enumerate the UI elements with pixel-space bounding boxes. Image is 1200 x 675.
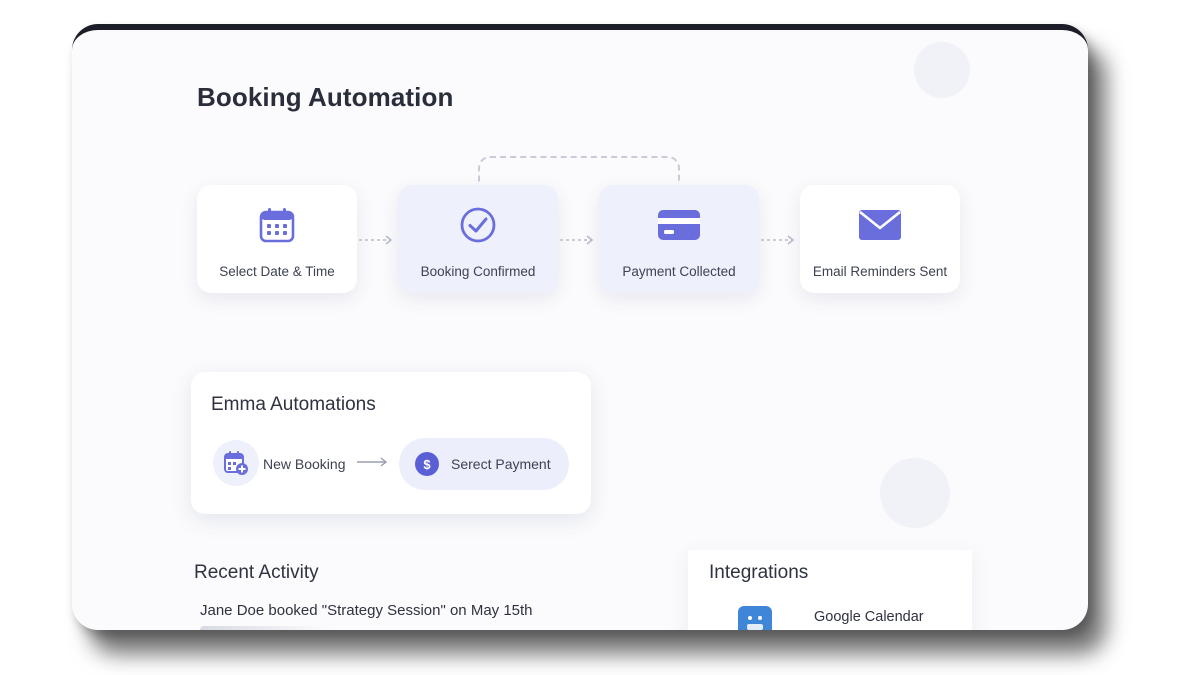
integrations-card: Integrations Google Calendar (688, 550, 972, 630)
arrow-right-icon (359, 235, 393, 245)
arrow-right-icon (357, 457, 388, 467)
workflow-step-booking-confirmed[interactable]: Booking Confirmed (398, 185, 558, 293)
decorative-circle (880, 458, 950, 528)
automations-card: Emma Automations New Booking $ Serect Pa… (191, 372, 591, 514)
envelope-icon (800, 205, 960, 245)
workflow-step-label: Booking Confirmed (420, 264, 536, 279)
calendar-add-icon[interactable] (213, 440, 259, 486)
arrow-right-icon (761, 235, 795, 245)
automation-action-label: Serect Payment (451, 456, 551, 472)
recent-activity-title: Recent Activity (194, 562, 319, 583)
workflow-step-email-reminders-sent[interactable]: Email Reminders Sent (800, 185, 960, 293)
automation-trigger-label: New Booking (263, 456, 346, 472)
stage: Booking Automation Select Date & Time Bo… (0, 0, 1200, 675)
integration-label[interactable]: Google Calendar (814, 609, 924, 625)
activity-item-placeholder (200, 626, 330, 630)
workflow-step-payment-collected[interactable]: Payment Collected (599, 185, 759, 293)
automations-title: Emma Automations (211, 394, 376, 415)
workflow-step-label: Email Reminders Sent (812, 264, 948, 279)
credit-card-icon (599, 205, 759, 245)
workflow-step-label: Payment Collected (622, 264, 736, 279)
workflow-step-select-date-time[interactable]: Select Date & Time (197, 185, 357, 293)
workflow-loop-connector (478, 156, 680, 184)
google-calendar-icon[interactable] (738, 606, 772, 630)
check-circle-icon (398, 205, 558, 245)
app-window: Booking Automation Select Date & Time Bo… (72, 24, 1088, 630)
activity-item[interactable]: Jane Doe booked "Strategy Session" on Ma… (200, 602, 533, 619)
page-title: Booking Automation (197, 82, 454, 112)
decorative-circle (914, 42, 970, 98)
dollar-icon: $ (415, 452, 439, 476)
arrow-right-icon (560, 235, 594, 245)
calendar-icon (197, 205, 357, 245)
integrations-title: Integrations (709, 562, 809, 583)
automation-action-button[interactable]: $ Serect Payment (399, 438, 569, 490)
workflow-step-label: Select Date & Time (219, 264, 335, 279)
